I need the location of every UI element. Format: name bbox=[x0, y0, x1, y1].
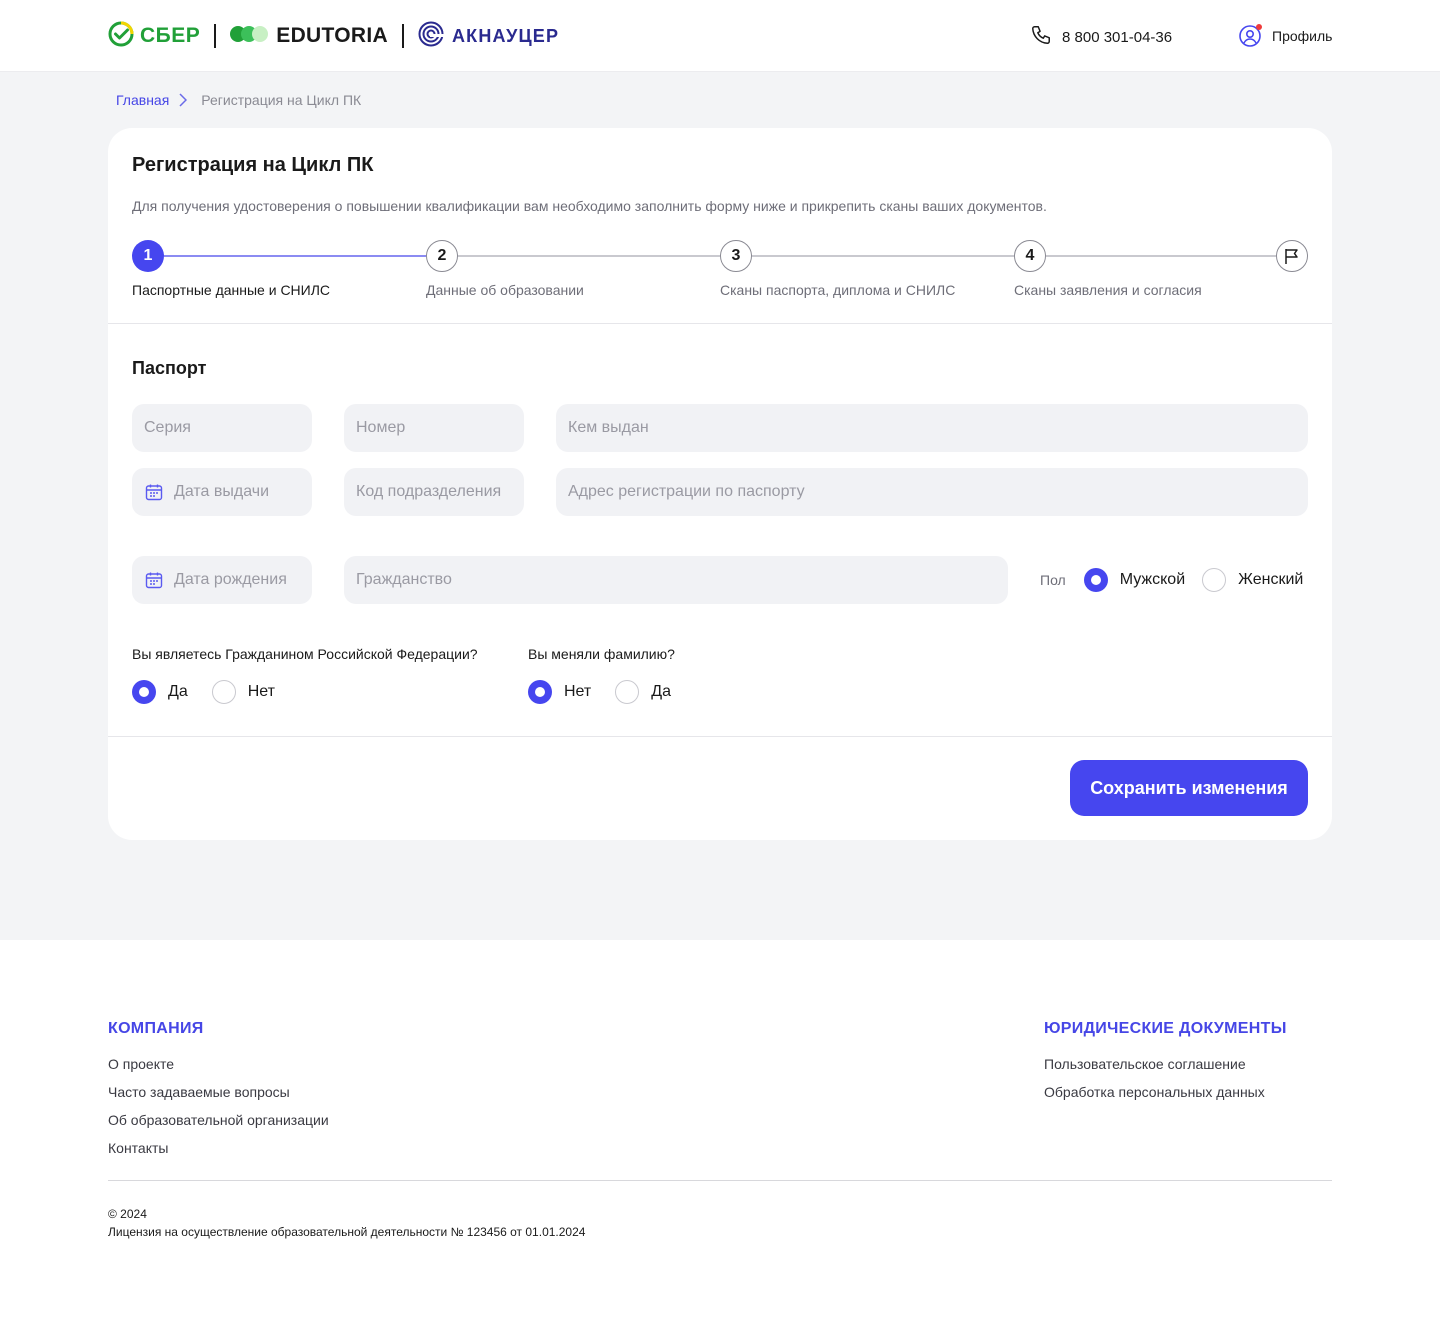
step-connector bbox=[458, 255, 720, 257]
step-2-circle[interactable]: 2 bbox=[426, 240, 458, 272]
registration-address-input[interactable]: Адрес регистрации по паспорту bbox=[556, 468, 1308, 516]
gender-female-radio[interactable] bbox=[1202, 568, 1227, 592]
gender-male-radio[interactable] bbox=[1083, 568, 1108, 592]
copyright: © 2024 bbox=[108, 1207, 147, 1221]
passport-series-input[interactable]: Серия bbox=[132, 404, 312, 452]
rf-citizen-no-label[interactable]: Нет bbox=[248, 683, 275, 701]
actions-divider bbox=[108, 736, 1332, 737]
issue-date-input[interactable]: Дата выдачи bbox=[132, 468, 312, 516]
rf-citizen-radio-group: Да Нет bbox=[132, 680, 299, 704]
birth-date-input[interactable]: Дата рождения bbox=[132, 556, 312, 604]
user-icon bbox=[1238, 24, 1262, 48]
calendar-icon bbox=[144, 570, 164, 590]
breadcrumb: Главная Регистрация на Цикл ПК bbox=[116, 92, 361, 108]
placeholder: Код подразделения bbox=[356, 483, 502, 500]
step-1-label: Паспортные данные и СНИЛС bbox=[132, 282, 331, 298]
footer-link-contacts[interactable]: Контакты bbox=[108, 1140, 168, 1156]
placeholder: Адрес регистрации по паспорту bbox=[568, 483, 805, 500]
rf-citizen-yes-radio[interactable] bbox=[132, 680, 156, 704]
footer-link-personal-data[interactable]: Обработка персональных данных bbox=[1044, 1084, 1265, 1100]
footer-company-heading: КОМПАНИЯ bbox=[108, 1020, 204, 1037]
profile-label: Профиль bbox=[1272, 28, 1333, 44]
chevron-right-icon bbox=[179, 93, 188, 107]
phone-number: 8 800 301-04-36 bbox=[1062, 28, 1173, 46]
calendar-icon bbox=[144, 482, 164, 502]
flag-icon[interactable] bbox=[1276, 240, 1308, 272]
passport-number-input[interactable]: Номер bbox=[344, 404, 524, 452]
edutoria-logo-text: EDUTORIA bbox=[276, 24, 388, 47]
footer-legal-heading: ЮРИДИЧЕСКИЕ ДОКУМЕНТЫ bbox=[1044, 1020, 1287, 1037]
step-connector bbox=[752, 255, 1014, 257]
breadcrumb-home-link[interactable]: Главная bbox=[116, 92, 169, 108]
rf-citizen-yes-label[interactable]: Да bbox=[168, 683, 188, 701]
page-description: Для получения удостоверения о повышении … bbox=[132, 198, 1047, 214]
stepper-divider bbox=[108, 323, 1332, 324]
edutoria-dots-icon bbox=[230, 25, 269, 48]
aknaucer-logo[interactable]: АКНАУЦЕР bbox=[418, 21, 559, 52]
license-text: Лицензия на осуществление образовательно… bbox=[108, 1225, 586, 1239]
rf-citizen-no-radio[interactable] bbox=[211, 680, 236, 704]
placeholder: Серия bbox=[144, 419, 191, 436]
footer-link-organization[interactable]: Об образовательной организации bbox=[108, 1112, 329, 1128]
sber-check-icon bbox=[108, 21, 134, 52]
placeholder: Кем выдан bbox=[568, 419, 649, 436]
changed-surname-question: Вы меняли фамилию? bbox=[528, 646, 675, 662]
page-title: Регистрация на Цикл ПК bbox=[132, 154, 374, 176]
logo-separator bbox=[214, 24, 217, 48]
profile-link[interactable]: Профиль bbox=[1238, 24, 1332, 48]
edutoria-logo[interactable]: EDUTORIA bbox=[230, 24, 388, 48]
aknaucer-emblem-icon bbox=[418, 21, 444, 52]
phone-link[interactable]: 8 800 301-04-36 bbox=[1030, 24, 1172, 50]
citizenship-input[interactable]: Гражданство bbox=[344, 556, 1008, 604]
breadcrumb-current: Регистрация на Цикл ПК bbox=[201, 92, 362, 108]
footer-divider bbox=[108, 1180, 1332, 1181]
changed-surname-radio-group: Нет Да bbox=[528, 680, 695, 704]
gender-radio-group: Пол Мужской Женский bbox=[1040, 568, 1303, 592]
save-changes-button[interactable]: Сохранить изменения bbox=[1070, 760, 1308, 816]
placeholder: Дата рождения bbox=[174, 571, 287, 588]
logo-separator bbox=[401, 24, 404, 48]
footer-link-about[interactable]: О проекте bbox=[108, 1056, 174, 1072]
aknaucer-logo-text: АКНАУЦЕР bbox=[451, 25, 560, 46]
issued-by-input[interactable]: Кем выдан bbox=[556, 404, 1308, 452]
step-4-circle[interactable]: 4 bbox=[1014, 240, 1046, 272]
footer-link-faq[interactable]: Часто задаваемые вопросы bbox=[108, 1084, 290, 1100]
passport-section-title: Паспорт bbox=[132, 358, 207, 378]
step-3-label: Сканы паспорта, диплома и СНИЛС bbox=[720, 282, 956, 298]
changed-surname-yes-radio[interactable] bbox=[615, 680, 640, 704]
gender-female-label[interactable]: Женский bbox=[1238, 571, 1303, 589]
partner-logos: СБЕР EDUTORIA АКНАУЦЕР bbox=[108, 21, 559, 52]
notification-dot bbox=[1256, 24, 1262, 30]
placeholder: Номер bbox=[356, 419, 406, 436]
top-header: СБЕР EDUTORIA АКНАУЦЕР 8 800 301-04-36 П… bbox=[0, 0, 1440, 72]
registration-form-card: Регистрация на Цикл ПК Для получения удо… bbox=[108, 128, 1332, 840]
step-3-circle[interactable]: 3 bbox=[720, 240, 752, 272]
changed-surname-no-label[interactable]: Нет bbox=[564, 683, 591, 701]
changed-surname-yes-label[interactable]: Да bbox=[651, 683, 671, 701]
step-2-label: Данные об образовании bbox=[426, 282, 584, 298]
footer-link-user-agreement[interactable]: Пользовательское соглашение bbox=[1044, 1056, 1246, 1072]
phone-icon bbox=[1030, 24, 1052, 50]
placeholder: Дата выдачи bbox=[174, 483, 270, 500]
step-connector bbox=[1046, 255, 1276, 257]
division-code-input[interactable]: Код подразделения bbox=[344, 468, 524, 516]
rf-citizen-question: Вы являетесь Гражданином Российской Феде… bbox=[132, 646, 478, 662]
gender-male-label[interactable]: Мужской bbox=[1120, 571, 1185, 589]
step-4-label: Сканы заявления и согласия bbox=[1014, 282, 1202, 298]
gender-label: Пол bbox=[1040, 572, 1066, 588]
placeholder: Гражданство bbox=[356, 571, 452, 588]
changed-surname-no-radio[interactable] bbox=[528, 680, 552, 704]
step-1-circle[interactable]: 1 bbox=[132, 240, 164, 272]
step-connector-done bbox=[164, 255, 426, 257]
sber-logo-text: СБЕР bbox=[140, 24, 201, 47]
sber-logo[interactable]: СБЕР bbox=[108, 21, 200, 52]
